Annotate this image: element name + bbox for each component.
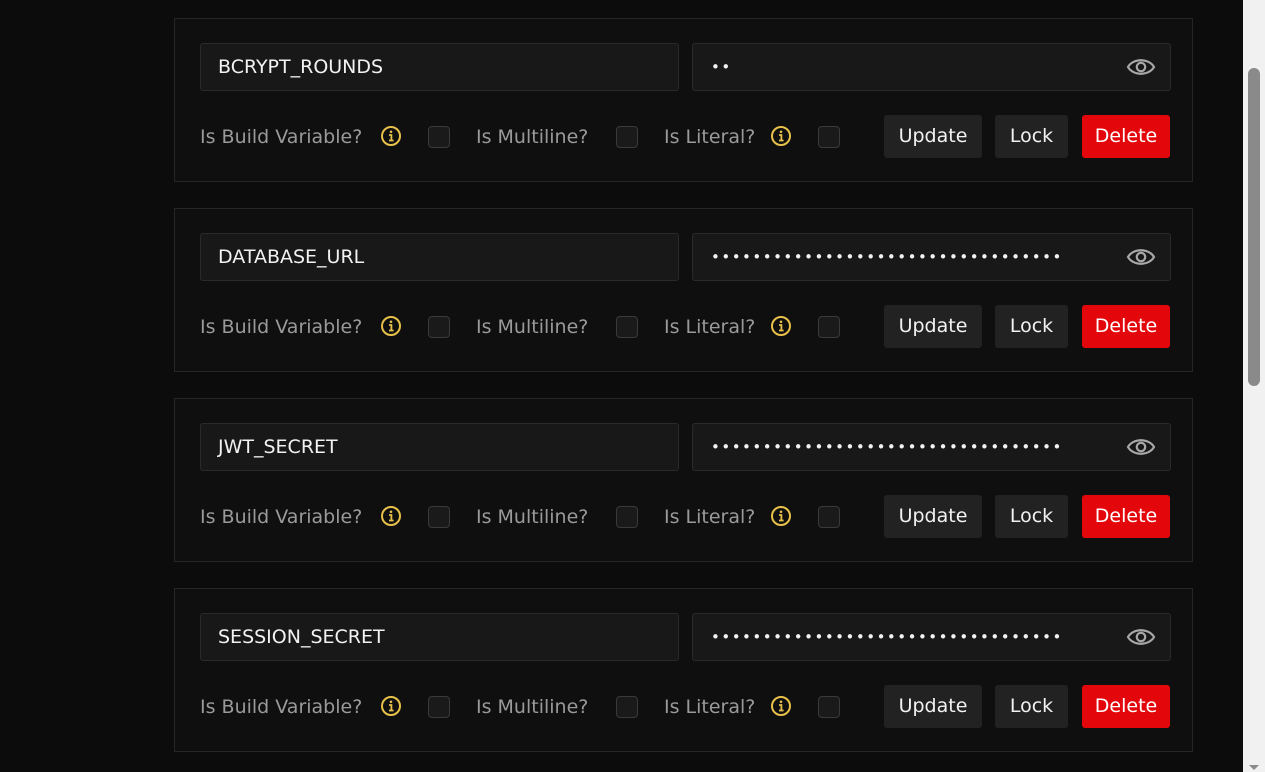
literal-checkbox[interactable]: [818, 316, 840, 338]
eye-icon[interactable]: [1126, 624, 1156, 650]
variable-value-masked: ••: [711, 58, 732, 76]
multiline-label: Is Multiline?: [476, 126, 589, 148]
info-icon[interactable]: [770, 125, 792, 147]
literal-label: Is Literal?: [664, 506, 756, 528]
env-variable-card: DATABASE_URL •••••••••••••••••••••••••••…: [174, 208, 1193, 372]
variable-value-masked: ••••••••••••••••••••••••••••••••••: [711, 628, 1063, 646]
env-variable-card: SESSION_SECRET •••••••••••••••••••••••••…: [174, 588, 1193, 752]
update-button[interactable]: Update: [884, 495, 982, 538]
multiline-checkbox[interactable]: [616, 696, 638, 718]
variable-value-input[interactable]: ••••••••••••••••••••••••••••••••••: [692, 423, 1171, 471]
variable-value-input[interactable]: ••••••••••••••••••••••••••••••••••: [692, 613, 1171, 661]
build-variable-label: Is Build Variable?: [200, 696, 363, 718]
lock-button[interactable]: Lock: [995, 305, 1068, 348]
multiline-label: Is Multiline?: [476, 316, 589, 338]
eye-icon[interactable]: [1126, 434, 1156, 460]
variable-value-input[interactable]: ••••••••••••••••••••••••••••••••••: [692, 233, 1171, 281]
literal-checkbox[interactable]: [818, 696, 840, 718]
literal-label: Is Literal?: [664, 126, 756, 148]
multiline-label: Is Multiline?: [476, 506, 589, 528]
build-variable-label: Is Build Variable?: [200, 506, 363, 528]
delete-button[interactable]: Delete: [1082, 495, 1170, 538]
variable-value-masked: ••••••••••••••••••••••••••••••••••: [711, 438, 1063, 456]
env-variable-card: JWT_SECRET •••••••••••••••••••••••••••••…: [174, 398, 1193, 562]
variable-key-input[interactable]: JWT_SECRET: [200, 423, 679, 471]
info-icon[interactable]: [770, 695, 792, 717]
delete-button[interactable]: Delete: [1082, 305, 1170, 348]
info-icon[interactable]: [380, 695, 402, 717]
build-variable-checkbox[interactable]: [428, 696, 450, 718]
env-variables-page: BCRYPT_ROUNDS •• Is Build Variable? Is M…: [0, 0, 1243, 772]
eye-icon[interactable]: [1126, 54, 1156, 80]
scrollbar-thumb[interactable]: [1248, 68, 1260, 386]
info-icon[interactable]: [380, 315, 402, 337]
info-icon[interactable]: [770, 505, 792, 527]
variable-value-input[interactable]: ••: [692, 43, 1171, 91]
update-button[interactable]: Update: [884, 305, 982, 348]
variable-options-row: Is Build Variable? Is Multiline? Is Lite…: [200, 495, 1170, 539]
build-variable-label: Is Build Variable?: [200, 316, 363, 338]
literal-checkbox[interactable]: [818, 506, 840, 528]
literal-label: Is Literal?: [664, 316, 756, 338]
build-variable-label: Is Build Variable?: [200, 126, 363, 148]
lock-button[interactable]: Lock: [995, 685, 1068, 728]
lock-button[interactable]: Lock: [995, 495, 1068, 538]
multiline-checkbox[interactable]: [616, 316, 638, 338]
build-variable-checkbox[interactable]: [428, 316, 450, 338]
env-variable-card: BCRYPT_ROUNDS •• Is Build Variable? Is M…: [174, 18, 1193, 182]
multiline-label: Is Multiline?: [476, 696, 589, 718]
scroll-down-arrow-icon[interactable]: [1249, 765, 1259, 770]
variable-options-row: Is Build Variable? Is Multiline? Is Lite…: [200, 115, 1170, 159]
lock-button[interactable]: Lock: [995, 115, 1068, 158]
multiline-checkbox[interactable]: [616, 126, 638, 148]
vertical-scrollbar[interactable]: [1243, 0, 1265, 772]
variable-options-row: Is Build Variable? Is Multiline? Is Lite…: [200, 305, 1170, 349]
variable-key-input[interactable]: DATABASE_URL: [200, 233, 679, 281]
variable-key-input[interactable]: BCRYPT_ROUNDS: [200, 43, 679, 91]
delete-button[interactable]: Delete: [1082, 685, 1170, 728]
info-icon[interactable]: [770, 315, 792, 337]
literal-label: Is Literal?: [664, 696, 756, 718]
delete-button[interactable]: Delete: [1082, 115, 1170, 158]
eye-icon[interactable]: [1126, 244, 1156, 270]
info-icon[interactable]: [380, 125, 402, 147]
build-variable-checkbox[interactable]: [428, 506, 450, 528]
variable-value-masked: ••••••••••••••••••••••••••••••••••: [711, 248, 1063, 266]
literal-checkbox[interactable]: [818, 126, 840, 148]
update-button[interactable]: Update: [884, 115, 982, 158]
variable-key-input[interactable]: SESSION_SECRET: [200, 613, 679, 661]
multiline-checkbox[interactable]: [616, 506, 638, 528]
info-icon[interactable]: [380, 505, 402, 527]
build-variable-checkbox[interactable]: [428, 126, 450, 148]
update-button[interactable]: Update: [884, 685, 982, 728]
variable-options-row: Is Build Variable? Is Multiline? Is Lite…: [200, 685, 1170, 729]
